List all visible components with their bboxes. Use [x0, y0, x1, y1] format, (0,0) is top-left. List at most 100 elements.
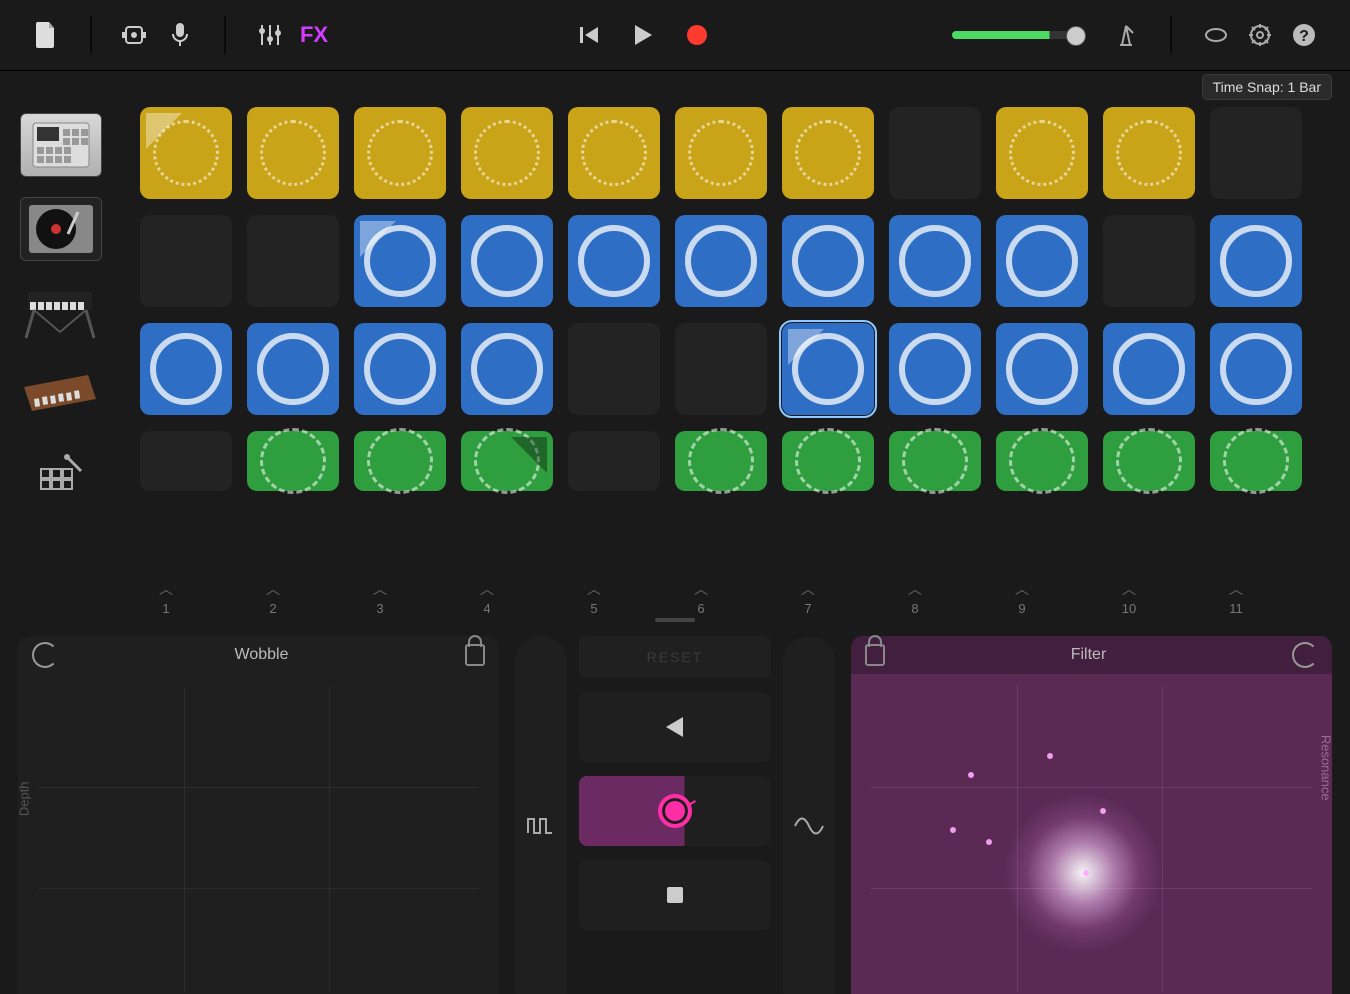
stop-button[interactable]	[579, 860, 771, 930]
loop-cell[interactable]	[1210, 107, 1302, 199]
mixer-icon[interactable]	[250, 15, 290, 55]
column-trigger[interactable]: ︿1	[120, 579, 212, 616]
play-icon[interactable]	[613, 15, 673, 55]
loop-cell[interactable]	[996, 107, 1088, 199]
record-button[interactable]	[677, 15, 717, 55]
loop-cell[interactable]	[1103, 431, 1195, 491]
loop-cell[interactable]	[1103, 323, 1195, 415]
go-to-start-icon[interactable]	[569, 15, 609, 55]
loop-cell[interactable]	[568, 323, 660, 415]
loop-cell[interactable]	[675, 107, 767, 199]
loop-cell[interactable]	[354, 215, 446, 307]
loop-waveform-icon	[150, 333, 222, 405]
chevron-up-icon: ︿	[1015, 579, 1029, 599]
loop-cell[interactable]	[247, 431, 339, 491]
loop-cell[interactable]	[889, 215, 981, 307]
chevron-up-icon: ︿	[801, 579, 815, 599]
loop-cell[interactable]	[675, 215, 767, 307]
loop-waveform-icon	[471, 333, 543, 405]
time-snap-button[interactable]: Time Snap: 1 Bar	[1202, 74, 1332, 100]
loop-cell[interactable]	[461, 215, 553, 307]
loop-cell[interactable]	[247, 215, 339, 307]
settings-icon[interactable]	[1240, 15, 1280, 55]
loop-cell[interactable]	[889, 431, 981, 491]
loop-cell[interactable]	[568, 215, 660, 307]
track-keyboard[interactable]	[20, 281, 100, 343]
loop-cell[interactable]	[247, 107, 339, 199]
loop-cell[interactable]	[996, 431, 1088, 491]
loop-cell[interactable]	[996, 323, 1088, 415]
loop-cell[interactable]	[140, 107, 232, 199]
column-number: 10	[1122, 601, 1136, 616]
loop-cell[interactable]	[568, 431, 660, 491]
column-trigger[interactable]: ︿9	[976, 579, 1068, 616]
column-trigger[interactable]: ︿7	[762, 579, 854, 616]
help-icon[interactable]: ?	[1284, 15, 1324, 55]
loop-cell[interactable]	[782, 107, 874, 199]
loop-cell[interactable]	[461, 323, 553, 415]
loop-cell[interactable]	[354, 107, 446, 199]
reverse-play-button[interactable]	[579, 692, 771, 762]
square-wave-slider[interactable]	[515, 636, 567, 994]
column-trigger[interactable]: ︿8	[869, 579, 961, 616]
column-trigger[interactable]: ︿6	[655, 579, 747, 616]
loop-cell[interactable]	[568, 107, 660, 199]
filter-xy-pad[interactable]: Filter Resonance Cutoff	[851, 636, 1332, 994]
chevron-up-icon: ︿	[587, 579, 601, 599]
column-trigger[interactable]: ︿2	[227, 579, 319, 616]
mic-icon[interactable]	[160, 15, 200, 55]
loop-cell[interactable]	[461, 107, 553, 199]
column-trigger[interactable]: ︿3	[334, 579, 426, 616]
loop-waveform-icon	[795, 120, 861, 186]
loop-cell[interactable]	[461, 431, 553, 491]
camera-icon[interactable]	[116, 15, 156, 55]
loop-cell[interactable]	[889, 107, 981, 199]
fx-button[interactable]: FX	[294, 15, 334, 55]
loop-waveform-icon	[899, 225, 971, 297]
loop-icon[interactable]	[1196, 15, 1236, 55]
loop-cell[interactable]	[675, 431, 767, 491]
column-number: 1	[162, 601, 169, 616]
loop-waveform-icon	[1223, 428, 1289, 494]
panel-drag-handle[interactable]	[0, 616, 1350, 624]
track-synth[interactable]	[20, 363, 100, 425]
file-icon[interactable]	[26, 15, 66, 55]
loop-cell[interactable]	[782, 431, 874, 491]
lock-icon[interactable]	[465, 644, 485, 666]
track-grid-edit[interactable]	[20, 445, 100, 507]
cycle-icon[interactable]	[1292, 642, 1318, 668]
loop-cell[interactable]	[1210, 215, 1302, 307]
column-trigger[interactable]: ︿10	[1083, 579, 1175, 616]
loop-cell[interactable]	[675, 323, 767, 415]
metronome-icon[interactable]	[1106, 15, 1146, 55]
loop-waveform-icon	[1220, 333, 1292, 405]
loop-cell[interactable]	[1103, 107, 1195, 199]
loop-cell[interactable]	[782, 215, 874, 307]
column-number: 7	[804, 601, 811, 616]
reset-button[interactable]: RESET	[579, 636, 771, 678]
loop-cell[interactable]	[140, 215, 232, 307]
loop-cell[interactable]	[354, 323, 446, 415]
lock-icon[interactable]	[865, 644, 885, 666]
column-trigger[interactable]: ︿11	[1190, 579, 1282, 616]
loop-cell[interactable]	[782, 323, 874, 415]
track-turntable[interactable]	[20, 197, 102, 261]
column-trigger[interactable]: ︿4	[441, 579, 533, 616]
scratch-button[interactable]	[579, 776, 771, 846]
track-drum-machine[interactable]	[20, 113, 102, 177]
volume-slider[interactable]	[952, 31, 1082, 39]
loop-waveform-icon	[1009, 428, 1075, 494]
column-trigger[interactable]: ︿5	[548, 579, 640, 616]
loop-cell[interactable]	[247, 323, 339, 415]
loop-cell[interactable]	[140, 323, 232, 415]
loop-cell[interactable]	[140, 431, 232, 491]
loop-cell[interactable]	[354, 431, 446, 491]
loop-cell[interactable]	[1103, 215, 1195, 307]
loop-cell[interactable]	[889, 323, 981, 415]
loop-cell[interactable]	[1210, 323, 1302, 415]
cycle-icon[interactable]	[32, 642, 58, 668]
loop-cell[interactable]	[996, 215, 1088, 307]
sine-wave-slider[interactable]	[783, 636, 835, 994]
wobble-xy-pad[interactable]: Wobble Depth Rate	[18, 636, 499, 994]
loop-cell[interactable]	[1210, 431, 1302, 491]
